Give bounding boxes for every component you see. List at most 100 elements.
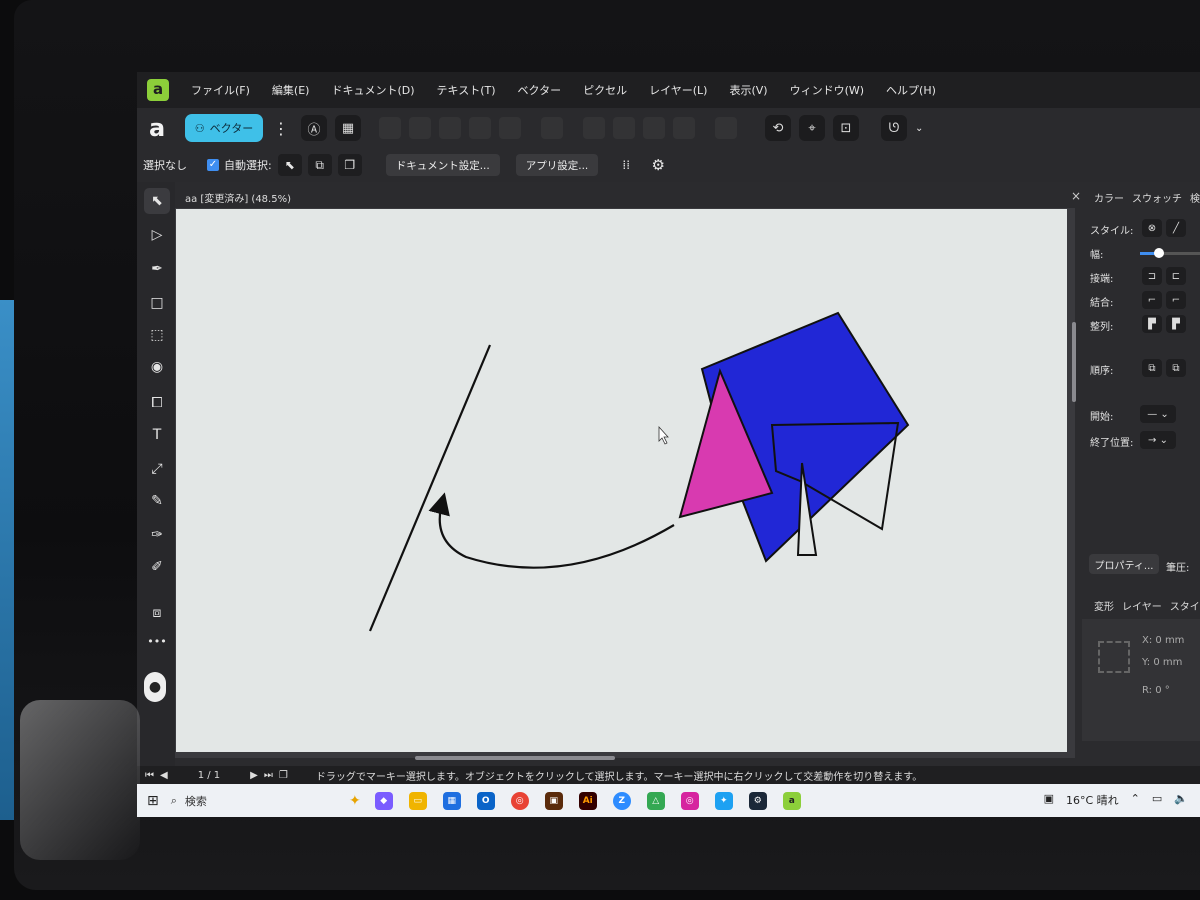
next-page-icon[interactable]: ▶ [250,770,258,781]
vertical-scrollbar[interactable] [1072,322,1076,402]
weather-icon[interactable]: ▣ [1044,792,1054,808]
text-tool-icon[interactable]: T [144,422,170,448]
tab-styles[interactable]: スタイル [1170,598,1200,613]
horizontal-scrollbar[interactable] [415,756,615,760]
menu-file[interactable]: ファイル(F) [191,82,250,98]
document-tab[interactable]: aa [変更済み] (48.5%) × [175,186,1087,208]
more-options-icon[interactable]: ⋮ [273,119,289,138]
menu-layer[interactable]: レイヤー(L) [649,82,707,98]
steam-icon[interactable]: ⚙ [748,791,767,810]
transform-y[interactable]: Y: 0 mm [1142,657,1182,668]
align-left-icon[interactable] [643,117,665,139]
properties-button[interactable]: プロパティ... [1089,554,1159,574]
eyedropper-icon[interactable]: ✎ [144,488,170,514]
cap-butt-icon[interactable]: ⊐ [1142,267,1162,285]
align-inside-icon[interactable]: ▛ [1142,315,1162,333]
artboard-icon[interactable]: ⊡ [833,115,859,141]
windows-start-icon[interactable]: ⊞ [147,793,159,809]
move-tool-icon[interactable]: ⬉ [144,188,170,214]
chevron-down-icon[interactable]: ⌄ [915,123,923,134]
pages-icon[interactable]: ❐ [279,770,288,781]
grid-dots-icon[interactable]: ⁞⁞ [614,154,638,176]
copilot-icon[interactable]: ◆ [374,791,393,810]
artboard[interactable] [176,209,1067,752]
weather-text[interactable]: 16°C 晴れ [1066,792,1119,808]
menu-pixel[interactable]: ピクセル [583,82,627,98]
vector-persona-button[interactable]: ⚇ ベクター [185,114,263,142]
menu-window[interactable]: ウィンドウ(W) [790,82,864,98]
drive-icon[interactable]: △ [646,791,665,810]
boolean-intersect-icon[interactable] [439,117,461,139]
document-settings-button[interactable]: ドキュメント設定... [385,154,500,176]
menu-view[interactable]: 表示(V) [729,82,767,98]
instagram-icon[interactable]: ◎ [680,791,699,810]
tab-layers[interactable]: レイヤー [1122,598,1162,613]
curved-arrow-shape[interactable] [428,492,675,569]
join-round-icon[interactable]: ⌐ [1166,291,1186,309]
grid-icon[interactable]: ▦ [335,115,361,141]
align-center-icon[interactable] [673,117,695,139]
width-slider[interactable] [1140,248,1200,258]
outlook-icon[interactable]: O [476,791,495,810]
store-icon[interactable]: ▦ [442,791,461,810]
boolean-add-icon[interactable] [379,117,401,139]
align-center-stroke-icon[interactable]: ▛ [1166,315,1186,333]
close-icon[interactable]: × [1071,189,1081,203]
menu-vector[interactable]: ベクター [518,82,562,98]
last-page-icon[interactable]: ⏭ [264,770,273,781]
text-frame-icon[interactable]: Ⓐ [301,115,327,141]
boolean-divide-icon[interactable] [499,117,521,139]
pencil-icon[interactable]: ✐ [144,554,170,580]
transform-x[interactable]: X: 0 mm [1142,635,1184,646]
prev-page-icon[interactable]: ◀ [160,770,168,781]
affinity-taskbar-icon[interactable]: a [782,791,801,810]
illustrator-icon[interactable]: Ai [578,791,597,810]
boolean-xor-icon[interactable] [469,117,491,139]
tab-transform[interactable]: 変形 [1094,598,1114,613]
battery-icon[interactable]: ▭ [1152,792,1162,808]
chevron-up-icon[interactable]: ⌃ [1131,792,1140,808]
start-arrow-select[interactable]: — ⌄ [1140,405,1176,423]
flip-vertical-icon[interactable] [613,117,635,139]
app-settings-button[interactable]: アプリ設定... [515,154,599,176]
twitter-icon[interactable]: ✦ [714,791,733,810]
flip-horizontal-icon[interactable] [583,117,605,139]
pen-tool-icon[interactable]: ✒ [144,256,170,282]
solid-stroke-icon[interactable]: ╱ [1166,219,1186,237]
fill-tool-icon[interactable]: ◉ [144,354,170,380]
color-swatch-icon[interactable]: ● [144,672,166,702]
transform-origin-icon[interactable]: ⟲ [765,115,791,141]
anchor-grid-icon[interactable] [1098,641,1130,673]
tab-color[interactable]: カラー [1094,190,1124,205]
vector-brush-icon[interactable]: ⬚ [144,322,170,348]
artboard-tool-icon[interactable]: ⧈ [144,600,170,626]
paint-brush-icon[interactable]: ✑ [144,522,170,548]
geometry-icon[interactable] [541,117,563,139]
order-front-icon[interactable]: ⧉ [1142,359,1162,377]
menu-text[interactable]: テキスト(T) [437,82,496,98]
auto-select-checkbox[interactable]: ✓ [207,159,219,171]
tab-search[interactable]: 検索 [1190,190,1200,205]
gear-icon[interactable]: ⚙ [646,154,670,176]
photo-app-icon[interactable]: ▣ [544,791,563,810]
snapping-magnet-icon[interactable]: ᘎ [881,115,907,141]
first-page-icon[interactable]: ⏮ [145,770,154,781]
end-arrow-select[interactable]: → ⌄ [1140,431,1176,449]
no-stroke-icon[interactable]: ⊗ [1142,219,1162,237]
explorer-icon[interactable]: ▭ [408,791,427,810]
order-back-icon[interactable]: ⧉ [1166,359,1186,377]
cap-round-icon[interactable]: ⊏ [1166,267,1186,285]
straight-line-shape[interactable] [368,344,492,632]
join-miter-icon[interactable]: ⌐ [1142,291,1162,309]
menu-edit[interactable]: 編集(E) [272,82,310,98]
snapping-icon[interactable]: ⌖ [799,115,825,141]
copy-mode-icon[interactable]: ❐ [337,154,362,176]
pointer-mode-icon[interactable]: ⬉ [277,154,302,176]
transform-rotation[interactable]: R: 0 ° [1142,685,1170,696]
taskbar-search[interactable]: ⌕ 検索 ✦ [171,790,361,812]
zoom-icon[interactable]: Z [612,791,631,810]
intersect-mode-icon[interactable]: ⧉ [307,154,332,176]
shape-tool-icon[interactable]: □ [144,290,170,316]
node-tool-icon[interactable]: ▷ [144,222,170,248]
tab-swatches[interactable]: スウォッチ [1132,190,1182,205]
